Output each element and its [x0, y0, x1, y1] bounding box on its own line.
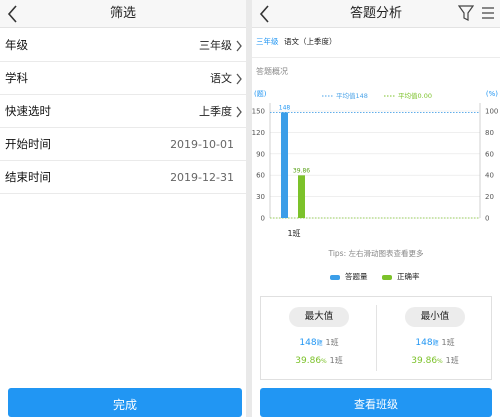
chart-tips: Tips: 左右滑动图表查看更多	[328, 249, 424, 258]
filter-panel: 筛选 年级 三年级 学科 语文 快速选时 上季度 开始时间 2019-10-01…	[0, 0, 246, 417]
filter-navbar: 筛选	[0, 0, 246, 28]
min-count-unit: 题	[432, 340, 439, 347]
max-count-line: 148题 1班	[261, 337, 377, 348]
max-count-class: 1班	[325, 338, 339, 347]
y2-axis-label: (%)	[486, 90, 498, 98]
max-pill: 最大值	[289, 307, 349, 327]
analysis-panel: 答题分析 三年级 语文（上季度） 答题概况 (题) (%) 0 0 30 20 60 40 90…	[252, 0, 500, 417]
data-label-rate: 39.86	[293, 167, 310, 174]
grade-label: 年级	[5, 38, 28, 52]
min-rate-line: 39.86% 1班	[377, 355, 493, 366]
y2-tick-label: 80	[485, 129, 494, 137]
y2-tick-label: 100	[485, 108, 498, 116]
done-button[interactable]: 完成	[8, 388, 242, 417]
subject-label: 学科	[5, 71, 28, 85]
max-rate-value: 39.86	[295, 356, 322, 366]
x-category-label: 1班	[287, 228, 300, 238]
y-tick-label: 30	[256, 193, 265, 201]
legend-label-count: 答题量	[345, 272, 368, 281]
data-label-count: 148	[279, 104, 291, 111]
y-tick-label: 120	[252, 129, 265, 137]
max-rate-unit: %	[321, 358, 327, 365]
stats-card: 最大值 148题 1班 39.86% 1班 最小值 148题 1班 39.86%…	[260, 296, 492, 380]
chevron-right-icon	[236, 106, 242, 118]
chevron-right-icon	[236, 40, 242, 52]
filter-icon[interactable]	[458, 4, 474, 22]
min-column: 最小值 148题 1班 39.86% 1班	[377, 297, 493, 379]
end-date-label: 结束时间	[5, 170, 51, 184]
grade-row[interactable]: 年级 三年级	[0, 29, 246, 62]
y2-tick-label: 20	[485, 193, 494, 201]
ref-legend-rate-label: 平均值0.00	[398, 91, 432, 100]
max-count-unit: 题	[316, 340, 323, 347]
min-count-class: 1班	[441, 338, 455, 347]
legend-item-rate[interactable]: 正确率	[382, 272, 420, 282]
y-tick-label: 60	[256, 172, 265, 180]
answer-chart[interactable]: (题) (%) 0 0 30 20 60 40 90 60 120 80 150 100 平均值148 平均值…	[252, 84, 500, 244]
quick-time-row[interactable]: 快速选时 上季度	[0, 95, 246, 128]
y2-tick-label: 0	[485, 215, 489, 223]
end-date-row[interactable]: 结束时间 2019-12-31	[0, 161, 246, 194]
min-rate-unit: %	[437, 358, 443, 365]
y-axis-label: (题)	[254, 90, 267, 98]
subject-tag[interactable]: 语文（上季度）	[284, 36, 337, 48]
y2-tick-label: 40	[485, 172, 494, 180]
min-rate-class: 1班	[445, 356, 459, 365]
y-tick-label: 90	[256, 150, 265, 158]
ref-legend-count-label: 平均值148	[336, 91, 368, 100]
start-date-label: 开始时间	[5, 137, 51, 151]
analysis-navbar: 答题分析	[252, 0, 500, 28]
legend-item-count[interactable]: 答题量	[330, 272, 368, 282]
min-count-line: 148题 1班	[377, 337, 493, 348]
filter-tags: 三年级 语文（上季度）	[252, 28, 500, 58]
y-tick-label: 150	[252, 108, 265, 116]
bar-answer-count	[281, 112, 288, 218]
max-rate-line: 39.86% 1班	[261, 355, 377, 366]
y2-tick-label: 60	[485, 150, 494, 158]
bar-accuracy	[298, 175, 305, 218]
max-rate-class: 1班	[329, 356, 343, 365]
subject-row[interactable]: 学科 语文	[0, 62, 246, 95]
quick-time-value: 上季度	[199, 105, 232, 118]
legend-swatch-blue	[330, 274, 340, 280]
legend-swatch-green	[382, 274, 392, 280]
end-date-value: 2019-12-31	[170, 171, 234, 184]
subject-value: 语文	[210, 72, 232, 85]
start-date-row[interactable]: 开始时间 2019-10-01	[0, 128, 246, 161]
quick-time-label: 快速选时	[5, 104, 51, 118]
view-class-button[interactable]: 查看班级	[260, 388, 492, 417]
chevron-right-icon	[236, 73, 242, 85]
min-count-value: 148	[415, 338, 433, 348]
min-pill: 最小值	[405, 307, 465, 327]
start-date-value: 2019-10-01	[170, 138, 234, 151]
legend-label-rate: 正确率	[397, 272, 420, 281]
max-column: 最大值 148题 1班 39.86% 1班	[261, 297, 377, 379]
max-count-value: 148	[299, 338, 317, 348]
section-title: 答题概况	[256, 67, 288, 76]
y-tick-label: 0	[261, 215, 265, 223]
grade-value: 三年级	[199, 39, 232, 52]
menu-icon[interactable]	[480, 5, 496, 21]
filter-title: 筛选	[109, 6, 136, 21]
grade-tag[interactable]: 三年级	[256, 36, 279, 48]
min-rate-value: 39.86	[411, 356, 438, 366]
